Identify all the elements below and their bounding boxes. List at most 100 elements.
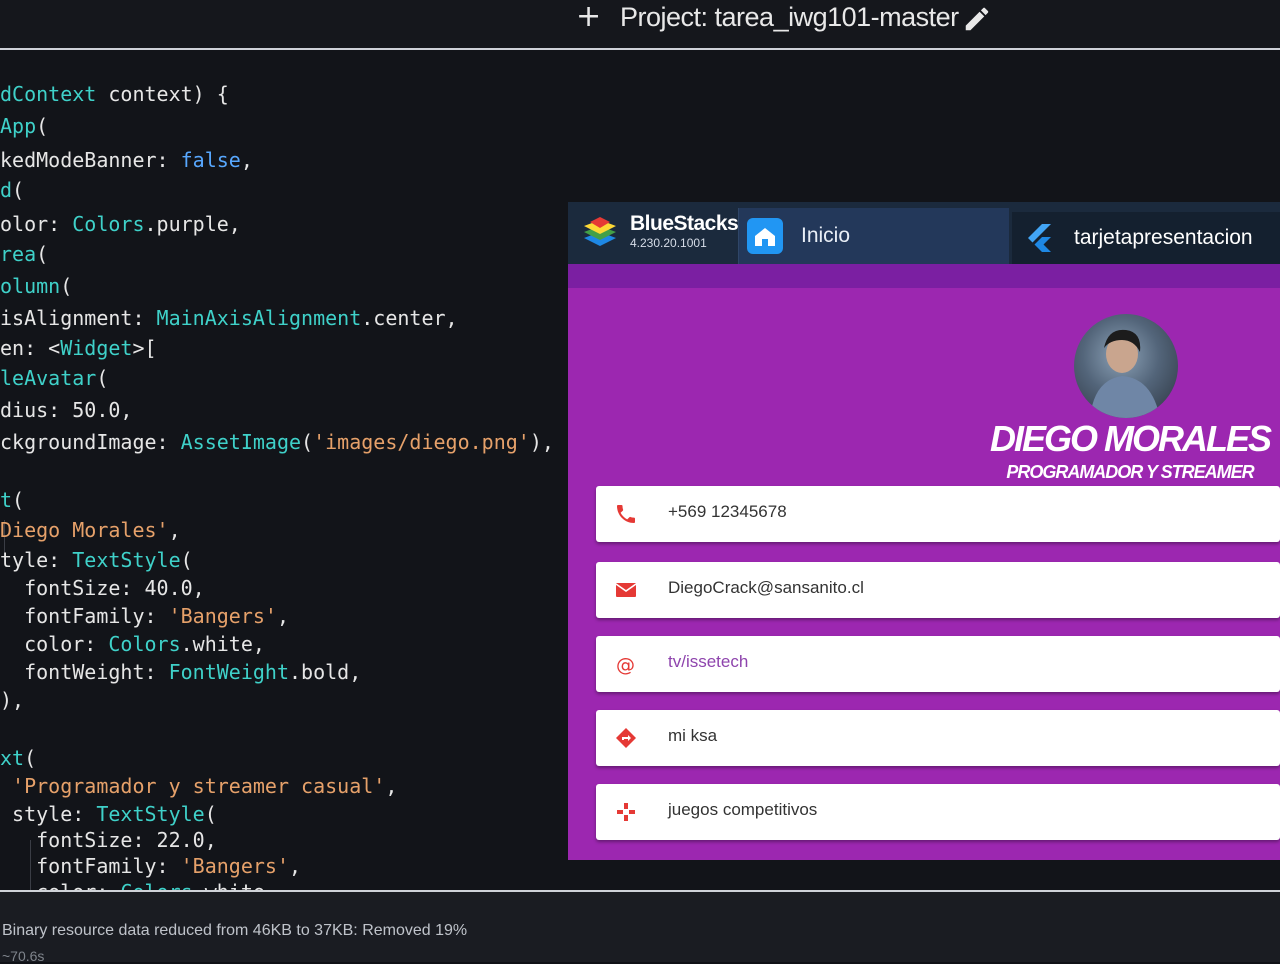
code-token: dContext xyxy=(0,82,97,106)
code-token: ( xyxy=(96,366,109,390)
code-line: fontFamily: 'Bangers', xyxy=(0,854,301,878)
contact-card-twitch[interactable]: @ tv/issetech xyxy=(596,636,1280,692)
contact-card-home[interactable]: mi ksa xyxy=(596,710,1280,766)
code-token: kedModeBanner: xyxy=(0,148,181,172)
contact-card-games[interactable]: juegos competitivos xyxy=(596,784,1280,840)
console-message: Binary resource data reduced from 46KB t… xyxy=(2,922,468,939)
contact-card-email[interactable]: DiegoCrack@sansanito.cl xyxy=(596,562,1280,618)
code-line: tyle: TextStyle( xyxy=(0,548,193,572)
code-token: fontWeight: xyxy=(0,660,169,684)
run-console: Binary resource data reduced from 46KB t… xyxy=(0,890,1280,964)
code-token: tyle: xyxy=(0,548,73,572)
console-timing: ~70.6s xyxy=(2,948,45,964)
code-line: App( xyxy=(0,114,48,138)
tab-inicio-label: Inicio xyxy=(801,224,851,247)
add-icon[interactable]: + xyxy=(576,2,601,32)
code-line: 'Programador y streamer casual', xyxy=(0,774,397,798)
mail-icon xyxy=(615,583,637,597)
code-token: , xyxy=(385,774,398,798)
phone-icon-shape xyxy=(617,505,635,523)
code-line: kedModeBanner: false, xyxy=(0,148,253,172)
code-token: Diego Morales' xyxy=(0,518,169,542)
code-token: leAvatar xyxy=(0,366,97,390)
code-token: .center, xyxy=(361,306,458,330)
code-line: fontSize: 40.0, xyxy=(0,576,205,600)
code-line: xt( xyxy=(0,746,36,770)
code-token: ( xyxy=(36,242,49,266)
code-token: , xyxy=(276,604,289,628)
code-line: ckgroundImage: AssetImage('images/diego.… xyxy=(0,430,554,454)
code-token: xt xyxy=(0,746,25,770)
code-token: rea xyxy=(0,242,37,266)
code-token: Widget xyxy=(60,336,133,360)
code-token: ), xyxy=(0,688,25,712)
code-line: en: <Widget>[ xyxy=(0,336,157,360)
code-line: style: TextStyle( xyxy=(0,802,217,826)
code-line: fontWeight: FontWeight.bold, xyxy=(0,660,361,684)
project-title: Project: tarea_iwg101-master xyxy=(620,2,959,32)
code-token: >[ xyxy=(132,336,157,360)
at-icon: @ xyxy=(616,654,635,676)
code-line: dius: 50.0, xyxy=(0,398,132,422)
contact-card-text[interactable]: tv/issetech xyxy=(668,652,748,672)
code-token: .purple, xyxy=(144,212,241,236)
code-token: ( xyxy=(12,178,25,202)
code-token: 'Bangers' xyxy=(180,854,289,878)
code-line: fontSize: 22.0, xyxy=(0,828,217,852)
code-token: style: xyxy=(0,802,97,826)
code-token: AssetImage xyxy=(180,430,302,454)
code-line: olor: Colors.purple, xyxy=(0,212,241,236)
code-token: ckgroundImage: xyxy=(0,430,181,454)
contact-card-text: mi ksa xyxy=(668,726,718,745)
code-token: TextStyle xyxy=(96,802,205,826)
contact-card-phone[interactable]: +569 12345678 xyxy=(596,486,1280,542)
code-token: .white, xyxy=(180,632,265,656)
code-token: false xyxy=(180,148,241,172)
code-line: t( xyxy=(0,488,24,512)
code-token: d xyxy=(0,178,13,202)
code-token: ( xyxy=(180,548,193,572)
code-token: , xyxy=(168,518,181,542)
edit-pencil-icon[interactable] xyxy=(962,4,992,34)
directions-icon xyxy=(616,728,636,748)
contact-card-text: juegos competitivos xyxy=(668,800,818,819)
code-token: fontSize: 40.0, xyxy=(0,576,205,600)
code-token: ( xyxy=(204,802,217,826)
code-token: color: xyxy=(0,632,109,656)
tab-inicio[interactable]: Inicio xyxy=(738,208,1009,264)
code-line: fontFamily: 'Bangers', xyxy=(0,604,289,628)
code-token: MainAxisAlignment xyxy=(156,306,362,330)
code-token: 'Bangers' xyxy=(168,604,277,628)
code-token: fontFamily: xyxy=(0,604,169,628)
code-token: dius: 50.0, xyxy=(0,398,133,422)
gamepad-icon xyxy=(617,803,635,821)
code-token: t xyxy=(0,488,13,512)
code-token: TextStyle xyxy=(72,548,181,572)
tab-tarjetapresentacion[interactable]: tarjetapresentacion xyxy=(1012,212,1280,264)
code-token: .bold, xyxy=(289,660,362,684)
android-status-bar xyxy=(568,264,1280,288)
flutter-icon xyxy=(1028,224,1051,252)
phone-icon xyxy=(617,505,635,523)
project-title-bar: + Project: tarea_iwg101-master xyxy=(0,0,1280,50)
contact-card-text: +569 12345678 xyxy=(668,502,787,521)
bluestacks-brand: BlueStacks xyxy=(630,212,739,235)
code-line: rea( xyxy=(0,242,48,266)
code-line: d( xyxy=(0,178,24,202)
profile-name: DIEGO MORALES xyxy=(989,418,1272,459)
code-token: FontWeight xyxy=(168,660,289,684)
tab-app-label: tarjetapresentacion xyxy=(1074,226,1253,249)
code-line: color: Colors.white, xyxy=(0,632,265,656)
code-token: olor: xyxy=(0,212,73,236)
code-line: olumn( xyxy=(0,274,72,298)
contact-card-text: DiegoCrack@sansanito.cl xyxy=(668,578,864,597)
code-token: 'images/diego.png' xyxy=(313,430,530,454)
bluestacks-logo-icon xyxy=(584,217,616,246)
code-line: leAvatar( xyxy=(0,366,108,390)
code-token: context) { xyxy=(96,82,229,106)
emulator-tab-bar: BlueStacks 4.230.20.1001 Inicio tarjetap… xyxy=(568,202,1280,264)
code-token: ( xyxy=(60,274,73,298)
code-token: ( xyxy=(36,114,49,138)
code-token: ), xyxy=(529,430,554,454)
